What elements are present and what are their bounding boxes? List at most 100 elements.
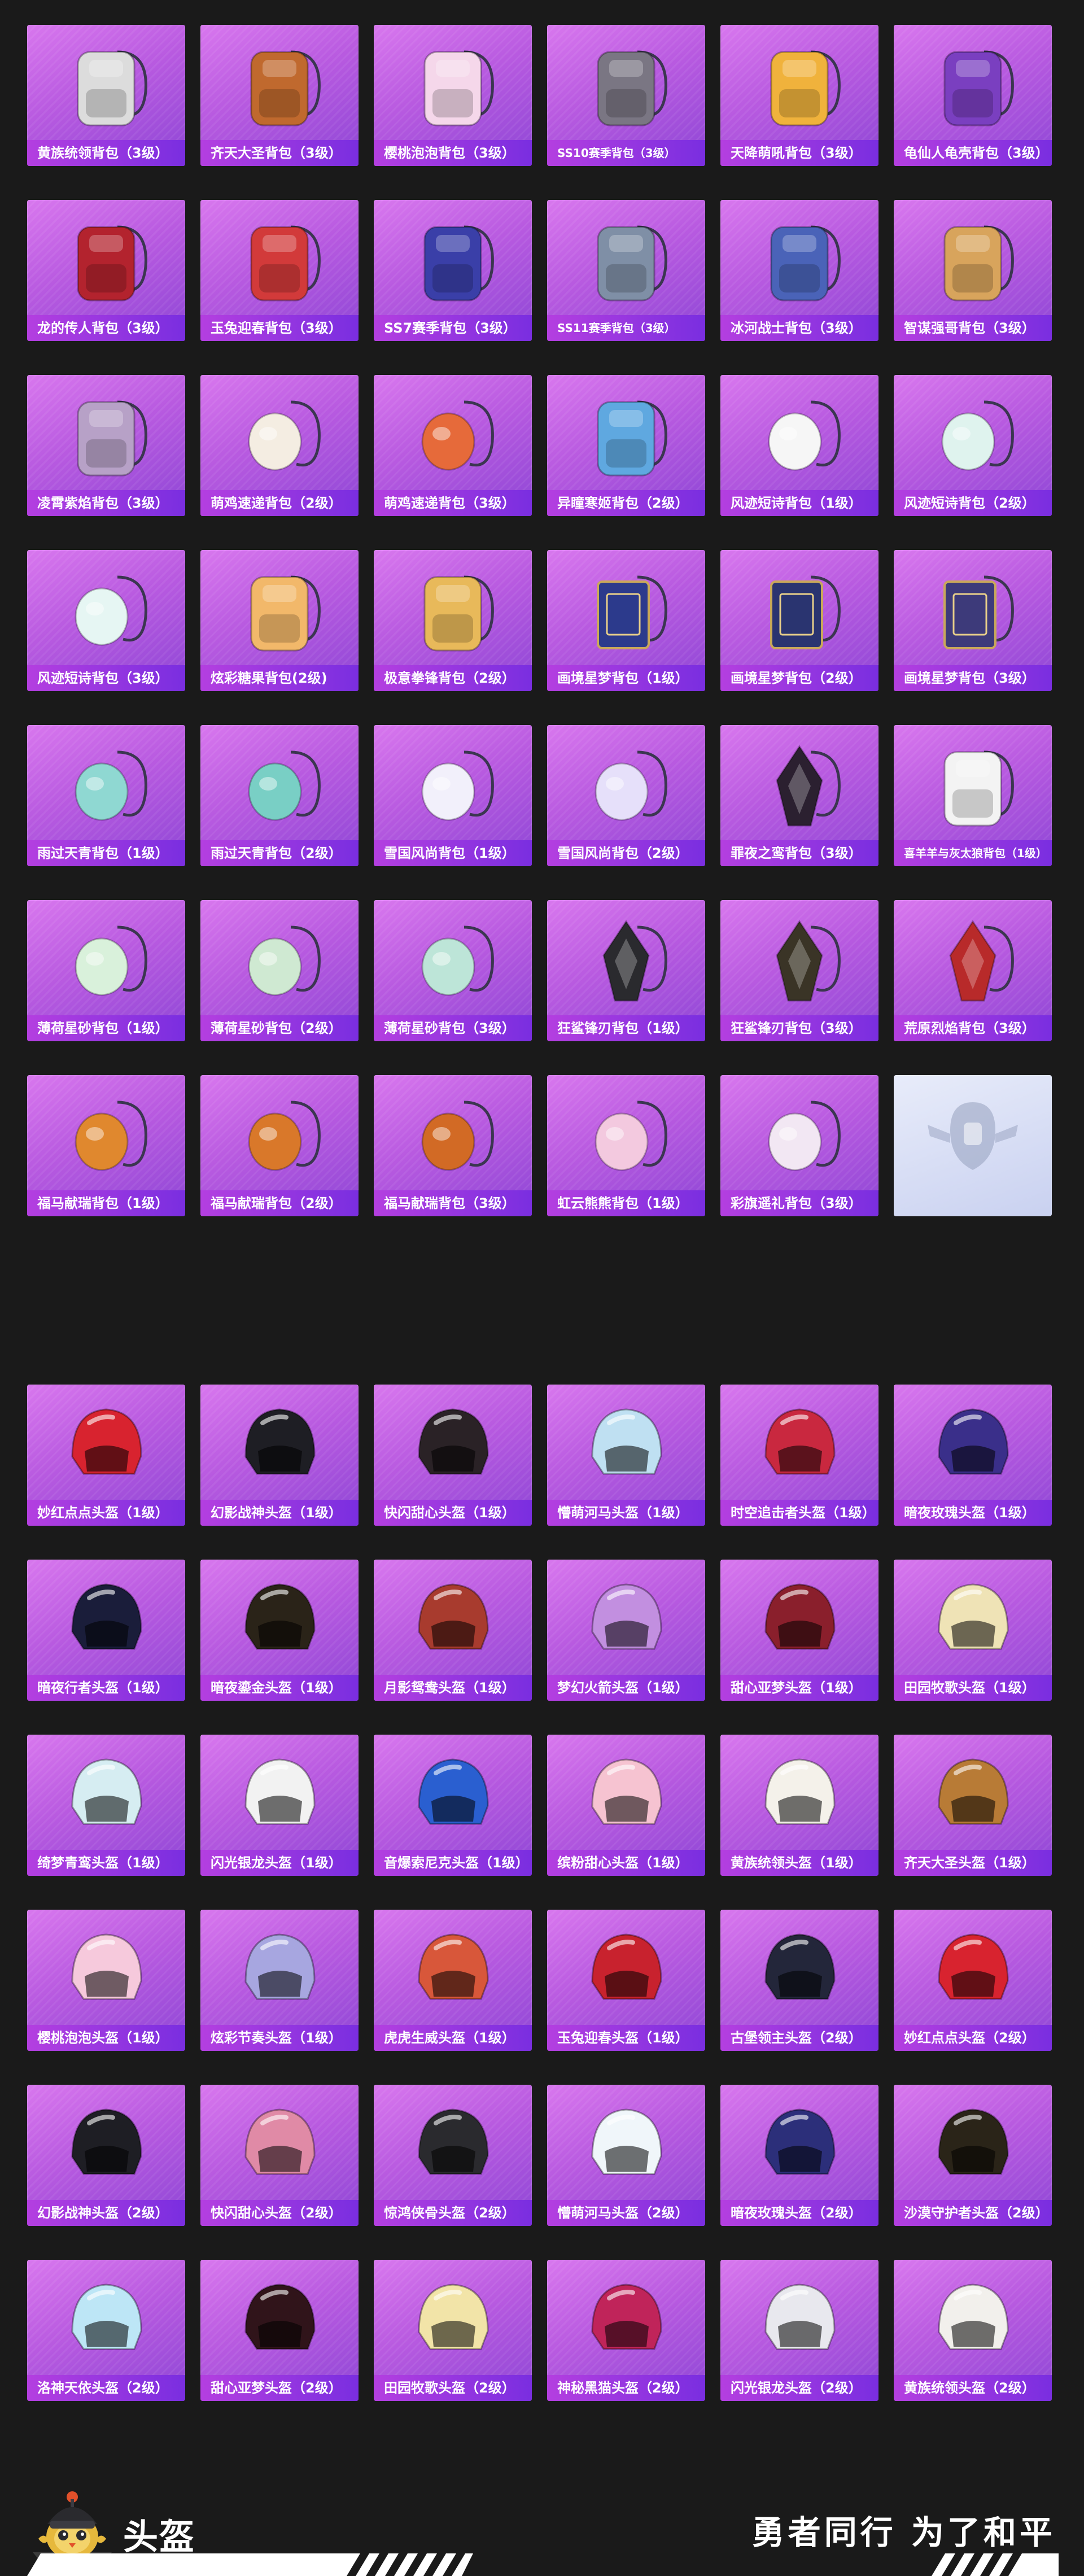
backpack-ornate-silver-icon [77, 50, 147, 126]
helmet-card[interactable]: 齐天大圣头盔（1级） [894, 1735, 1052, 1876]
backpack-card[interactable]: 薄荷星砂背包（3级） [374, 900, 532, 1041]
backpack-name: 薄荷星砂背包（1级） [27, 1015, 185, 1041]
backpack-card[interactable]: 彩旗遥礼背包（3级） [720, 1075, 878, 1216]
backpack-card[interactable]: 龙的传人背包（3级） [27, 200, 185, 341]
backpack-card[interactable]: 龟仙人龟壳背包（3级） [894, 25, 1052, 166]
helmet-card[interactable]: 神秘黑猫头盔（2级） [547, 2260, 705, 2401]
backpack-card[interactable]: 雪国风尚背包（1级） [374, 725, 532, 866]
backpack-card[interactable]: 萌鸡速递背包（3级） [374, 375, 532, 516]
backpack-icon [770, 225, 841, 302]
backpack-card[interactable]: 荒原烈焰背包（3级） [894, 900, 1052, 1041]
helmet-card[interactable]: 惊鸿侠骨头盔（2级） [374, 2085, 532, 2226]
helmet-card[interactable]: 妙红点点头盔（1级） [27, 1385, 185, 1526]
backpack-name: 雪国风尚背包（1级） [374, 840, 532, 866]
helmet-card[interactable]: 甜心亚梦头盔（1级） [720, 1560, 878, 1701]
helmet-name: 暗夜玫瑰头盔（2级） [720, 2200, 878, 2226]
backpack-card[interactable]: 福马献瑞背包（3级） [374, 1075, 532, 1216]
helmet-card[interactable]: 黄族统领头盔（1级） [720, 1735, 878, 1876]
helmet-card[interactable]: 快闪甜心头盔（2级） [200, 2085, 359, 2226]
helmet-icon [591, 1408, 662, 1475]
backpack-sling-icon [75, 925, 147, 996]
backpack-card[interactable]: 炫彩糖果背包(2级) [200, 550, 359, 691]
helmet-card[interactable]: 时空追击者头盔（1级） [720, 1385, 878, 1526]
helmet-name: 梦幻火箭头盔（1级） [547, 1675, 705, 1701]
helmet-card[interactable]: 幻影战神头盔（2级） [27, 2085, 185, 2226]
helmet-name: 幻影战神头盔（2级） [27, 2200, 185, 2226]
backpack-sling-icon [75, 750, 147, 821]
backpack-card[interactable]: 雨过天青背包（2级） [200, 725, 359, 866]
backpack-card[interactable]: 狂鲨锋刃背包（3级） [720, 900, 878, 1041]
helmet-icon [71, 1933, 142, 2000]
backpack-card[interactable]: 黄族统领背包（3级） [27, 25, 185, 166]
helmet-card[interactable]: 月影鸳鸯头盔（1级） [374, 1560, 532, 1701]
helmet-name: 妙红点点头盔（2级） [894, 2025, 1052, 2051]
backpack-card[interactable]: 风迹短诗背包（3级） [27, 550, 185, 691]
helmet-icon [764, 2284, 836, 2350]
helmet-icon [71, 1408, 142, 1475]
helmet-card[interactable]: 音爆索尼克头盔（1级） [374, 1735, 532, 1876]
backpack-card[interactable]: SS11赛季背包（3级） [547, 200, 705, 341]
helmet-card[interactable]: 暗夜行者头盔（1级） [27, 1560, 185, 1701]
backpack-card[interactable]: 齐天大圣背包（3级） [200, 25, 359, 166]
helmet-name: 神秘黑猫头盔（2级） [547, 2375, 705, 2401]
backpack-card[interactable]: 薄荷星砂背包（2级） [200, 900, 359, 1041]
backpack-card[interactable]: 虹云熊熊背包（1级） [547, 1075, 705, 1216]
helmet-icon [418, 1583, 489, 1650]
helmet-card[interactable]: 绮梦青鸾头盔（1级） [27, 1735, 185, 1876]
helmet-card[interactable]: 快闪甜心头盔（1级） [374, 1385, 532, 1526]
backpack-card[interactable]: 风迹短诗背包（1级） [720, 375, 878, 516]
backpack-card[interactable]: 画境星梦背包（3级） [894, 550, 1052, 691]
helmet-card[interactable]: 甜心亚梦头盔（2级） [200, 2260, 359, 2401]
helmet-card[interactable]: 闪光银龙头盔（1级） [200, 1735, 359, 1876]
helmet-name: 缤粉甜心头盔（1级） [547, 1850, 705, 1876]
backpack-card[interactable]: 樱桃泡泡背包（3级） [374, 25, 532, 166]
backpack-card[interactable]: 冰河战士背包（3级） [720, 200, 878, 341]
backpack-card[interactable]: 智谋强哥背包（3级） [894, 200, 1052, 341]
helmet-card[interactable]: 玉兔迎春头盔（1级） [547, 1910, 705, 2051]
backpack-plush-icon [943, 225, 1014, 302]
backpack-card[interactable]: SS10赛季背包（3级） [547, 25, 705, 166]
helmet-card[interactable]: 闪光银龙头盔（2级） [720, 2260, 878, 2401]
backpack-icon [77, 225, 147, 302]
helmet-card[interactable]: 懵萌河马头盔（1级） [547, 1385, 705, 1526]
helmet-card[interactable]: 暗夜玫瑰头盔（1级） [894, 1385, 1052, 1526]
helmet-card[interactable]: 妙红点点头盔（2级） [894, 1910, 1052, 2051]
helmet-card[interactable]: 暗夜鎏金头盔（1级） [200, 1560, 359, 1701]
helmet-card[interactable]: 梦幻火箭头盔（1级） [547, 1560, 705, 1701]
backpack-card[interactable]: 风迹短诗背包（2级） [894, 375, 1052, 516]
backpack-card[interactable]: 雨过天青背包（1级） [27, 725, 185, 866]
helmet-card[interactable]: 缤粉甜心头盔（1级） [547, 1735, 705, 1876]
helmet-card[interactable]: 古堡领主头盔（2级） [720, 1910, 878, 2051]
backpack-card[interactable]: 玉兔迎春背包（3级） [200, 200, 359, 341]
helmet-card[interactable]: 洛神天依头盔（2级） [27, 2260, 185, 2401]
helmet-card[interactable]: 田园牧歌头盔（1级） [894, 1560, 1052, 1701]
backpack-card[interactable]: 凌霄紫焰背包（3级） [27, 375, 185, 516]
backpack-card[interactable]: 福马献瑞背包（2级） [200, 1075, 359, 1216]
backpack-ornate-icon [77, 400, 147, 477]
backpack-card[interactable]: 天降萌吼背包（3级） [720, 25, 878, 166]
backpack-card[interactable]: 萌鸡速递背包（2级） [200, 375, 359, 516]
helmet-icon [764, 1583, 836, 1650]
backpack-card[interactable]: 极意拳锋背包（2级） [374, 550, 532, 691]
backpack-card[interactable]: 画境星梦背包（2级） [720, 550, 878, 691]
backpack-card[interactable] [894, 1075, 1052, 1216]
backpack-card[interactable]: 薄荷星砂背包（1级） [27, 900, 185, 1041]
helmet-card[interactable]: 田园牧歌头盔（2级） [374, 2260, 532, 2401]
backpack-card[interactable]: SS7赛季背包（3级） [374, 200, 532, 341]
backpack-card[interactable]: 狂鲨锋刃背包（1级） [547, 900, 705, 1041]
backpack-card[interactable]: 福马献瑞背包（1级） [27, 1075, 185, 1216]
helmet-card[interactable]: 幻影战神头盔（1级） [200, 1385, 359, 1526]
backpack-card[interactable]: 异瞳寒姬背包（2级） [547, 375, 705, 516]
helmet-card[interactable]: 炫彩节奏头盔（1级） [200, 1910, 359, 2051]
helmet-card[interactable]: 樱桃泡泡头盔（1级） [27, 1910, 185, 2051]
backpack-card[interactable]: 雪国风尚背包（2级） [547, 725, 705, 866]
helmet-card[interactable]: 暗夜玫瑰头盔（2级） [720, 2085, 878, 2226]
helmet-card[interactable]: 黄族统领头盔（2级） [894, 2260, 1052, 2401]
helmet-card[interactable]: 沙漠守护者头盔（2级） [894, 2085, 1052, 2226]
backpack-card[interactable]: 画境星梦背包（1级） [547, 550, 705, 691]
helmet-card[interactable]: 懵萌河马头盔（2级） [547, 2085, 705, 2226]
helmet-card[interactable]: 虎虎生威头盔（1级） [374, 1910, 532, 2051]
backpack-card[interactable]: 喜羊羊与灰太狼背包（1级） [894, 725, 1052, 866]
backpack-name: 龙的传人背包（3级） [27, 315, 185, 341]
backpack-card[interactable]: 罪夜之鸾背包（3级） [720, 725, 878, 866]
